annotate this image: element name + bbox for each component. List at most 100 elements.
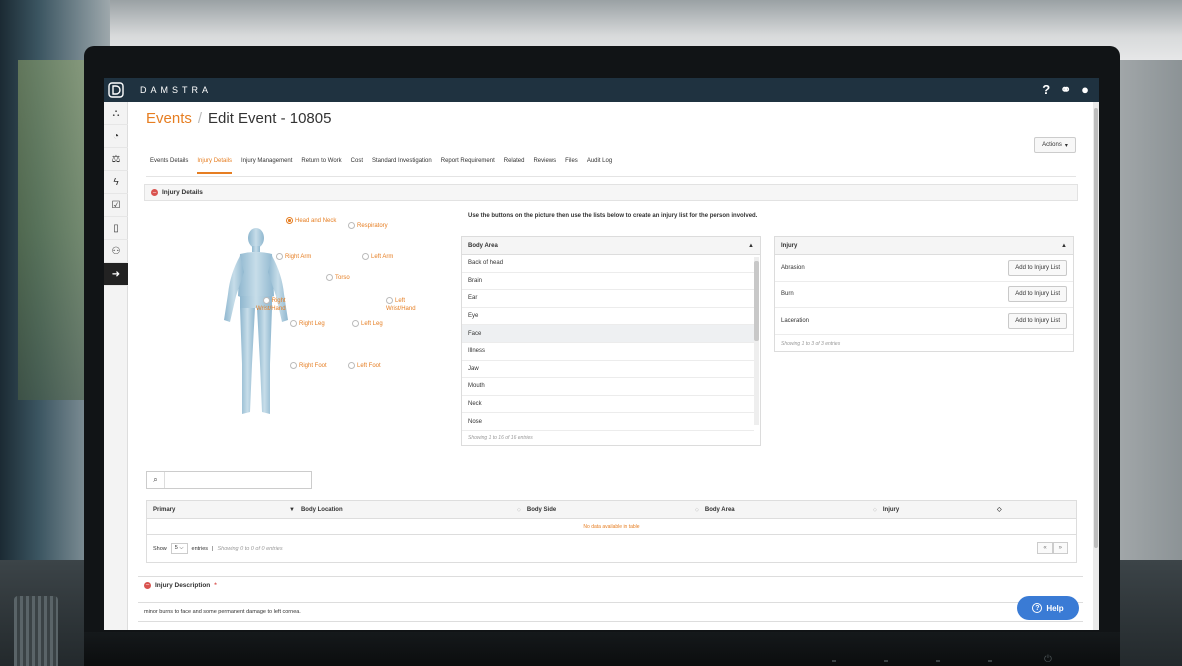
arrow-right-icon[interactable]: ➜ <box>104 263 128 286</box>
body-point-left-wrist[interactable]: Left Wrist/Hand <box>386 297 416 312</box>
help-circle-icon[interactable]: ? <box>1042 82 1050 98</box>
column-injury[interactable]: ◇ Injury <box>873 507 899 513</box>
search-icon: ⌕ <box>147 472 165 488</box>
background-plant <box>18 60 88 400</box>
injury-list-info: Showing 0 to 0 of 0 entries <box>217 545 283 552</box>
column-body-location[interactable]: ▼ Body Location <box>289 507 343 513</box>
tab-injury-management[interactable]: Injury Management <box>241 158 292 174</box>
tab-cost[interactable]: Cost <box>351 158 363 174</box>
tab-return-to-work[interactable]: Return to Work <box>301 158 341 174</box>
body-point-right-wrist[interactable]: Right Wrist/Hand <box>256 297 286 312</box>
body-point-respiratory[interactable]: Respiratory <box>348 222 388 229</box>
chevron-down-icon: ⌵ <box>179 545 184 551</box>
injury-description-title: Injury Description <box>155 581 211 589</box>
right-arm-label: Right Arm <box>285 253 312 260</box>
last-page-button[interactable]: » <box>1052 542 1068 554</box>
search-input[interactable] <box>168 473 308 487</box>
list-item[interactable]: Back of head <box>462 255 754 273</box>
injury-description-field[interactable]: minor burns to face and some permanent d… <box>138 602 1083 622</box>
tab-audit-log[interactable]: Audit Log <box>587 158 612 174</box>
list-item[interactable]: Brain <box>462 273 754 291</box>
breadcrumb-events[interactable]: Events <box>146 110 192 127</box>
help-button[interactable]: ? Help <box>1017 596 1079 620</box>
collapse-icon[interactable]: – <box>151 189 158 196</box>
body-point-head-and-neck[interactable]: Head and Neck <box>286 217 336 224</box>
sort-up-icon[interactable]: ▲ <box>748 243 754 249</box>
document-icon[interactable]: ▯ <box>104 217 128 240</box>
injury-header[interactable]: Injury ▲ <box>775 237 1073 255</box>
collapse-icon[interactable]: – <box>144 581 151 589</box>
injury-description-header[interactable]: – Injury Description * <box>138 576 1083 593</box>
lightning-icon[interactable]: ϟ <box>104 171 128 194</box>
tab-reviews[interactable]: Reviews <box>533 158 556 174</box>
add-to-injury-list-button[interactable]: Add to Injury List <box>1008 286 1067 303</box>
body-point-right-arm[interactable]: Right Arm <box>276 253 311 260</box>
list-item[interactable]: Ear <box>462 290 754 308</box>
dashboard-icon[interactable]: ◔ <box>104 125 128 148</box>
sort-up-icon[interactable]: ▲ <box>1061 243 1067 249</box>
tab-report-requirement[interactable]: Report Requirement <box>441 158 495 174</box>
body-point-torso[interactable]: Torso <box>326 274 350 281</box>
list-item-selected[interactable]: Face <box>462 325 754 343</box>
instructions-text: Use the buttons on the picture then use … <box>468 213 758 219</box>
tab-injury-details[interactable]: Injury Details <box>197 158 233 174</box>
bezel-button <box>884 660 888 662</box>
radio-respiratory[interactable] <box>348 222 355 229</box>
help-circle-icon: ? <box>1032 603 1043 613</box>
body-point-right-foot[interactable]: Right Foot <box>290 362 327 369</box>
radio-left-wrist[interactable] <box>386 297 393 304</box>
radio-head-and-neck[interactable] <box>286 217 293 224</box>
body-point-left-foot[interactable]: Left Foot <box>348 362 381 369</box>
body-point-left-arm[interactable]: Left Arm <box>362 253 393 260</box>
tab-standard-investigation[interactable]: Standard Investigation <box>372 158 432 174</box>
list-item[interactable]: Neck <box>462 396 754 414</box>
injury-details-header[interactable]: – Injury Details <box>144 184 1078 201</box>
respiratory-label: Respiratory <box>357 222 388 229</box>
add-to-injury-list-button[interactable]: Add to Injury List <box>1008 312 1067 329</box>
scales-icon[interactable]: ⚖ <box>104 148 128 171</box>
radio-left-leg[interactable] <box>352 320 359 327</box>
list-item[interactable]: Mouth <box>462 378 754 396</box>
sort-icon: ◇ <box>873 506 877 513</box>
column-body-side[interactable]: ◇ Body Side <box>517 507 556 513</box>
radio-right-arm[interactable] <box>276 253 283 260</box>
tab-events-details[interactable]: Events Details <box>150 158 188 174</box>
left-leg-label: Left Leg <box>361 320 383 327</box>
checklist-icon[interactable]: ☑ <box>104 194 128 217</box>
column-body-area[interactable]: ◇ Body Area <box>695 507 735 513</box>
actions-button[interactable]: Actions ▾ <box>1034 137 1076 153</box>
radio-right-leg[interactable] <box>290 320 297 327</box>
body-area-scrollbar[interactable] <box>754 257 759 425</box>
radio-left-arm[interactable] <box>362 253 369 260</box>
list-item[interactable]: Eye <box>462 308 754 326</box>
link-icon[interactable]: ⚭ <box>1060 82 1071 98</box>
list-item[interactable]: Illness <box>462 343 754 361</box>
first-page-button[interactable]: « <box>1037 542 1053 554</box>
body-point-right-leg[interactable]: Right Leg <box>290 320 325 327</box>
user-icon[interactable]: ● <box>1081 82 1089 98</box>
sitemap-icon[interactable]: ⛬ <box>104 102 128 125</box>
scroll-thumb[interactable] <box>754 261 759 341</box>
tab-related[interactable]: Related <box>504 158 525 174</box>
table-row: Laceration Add to Injury List <box>775 308 1073 335</box>
right-foot-label: Right Foot <box>299 362 327 369</box>
list-item[interactable]: Nose <box>462 413 754 431</box>
page-scrollbar[interactable] <box>1093 102 1099 630</box>
body-area-header[interactable]: Body Area ▲ <box>462 237 760 255</box>
page-scroll-thumb[interactable] <box>1094 108 1098 548</box>
damstra-logo-icon[interactable] <box>104 78 128 102</box>
radio-torso[interactable] <box>326 274 333 281</box>
list-item[interactable]: Jaw <box>462 361 754 379</box>
head-and-neck-label: Head and Neck <box>295 217 337 224</box>
users-icon[interactable]: ⚇ <box>104 240 128 263</box>
radio-right-wrist[interactable] <box>262 297 270 304</box>
injury-info: Showing 1 to 3 of 3 entries <box>781 341 841 347</box>
injury-name: Laceration <box>781 317 810 324</box>
page-size-select[interactable]: 5 ⌵ <box>170 543 188 554</box>
radio-left-foot[interactable] <box>348 362 355 369</box>
column-primary[interactable]: Primary <box>153 507 175 513</box>
body-point-left-leg[interactable]: Left Leg <box>352 320 383 327</box>
radio-right-foot[interactable] <box>290 362 297 369</box>
tab-files[interactable]: Files <box>565 158 578 174</box>
add-to-injury-list-button[interactable]: Add to Injury List <box>1008 259 1067 276</box>
